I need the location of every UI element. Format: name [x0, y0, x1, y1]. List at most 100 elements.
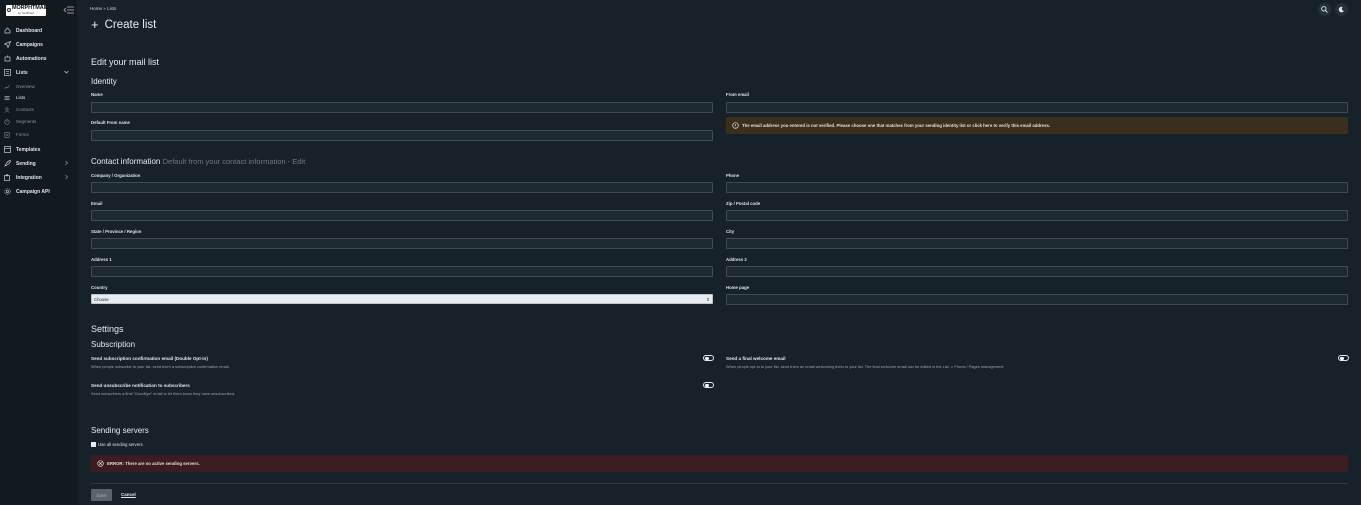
list-icon — [4, 95, 10, 100]
sidebar-subitem-overview[interactable]: Overview — [4, 81, 74, 92]
country-select[interactable]: Choose ⇕ — [91, 294, 713, 304]
address2-input[interactable] — [726, 266, 1348, 277]
double-optin-toggle[interactable] — [703, 355, 714, 361]
search-icon — [1321, 6, 1328, 13]
puzzle-icon — [4, 174, 10, 181]
email-input[interactable] — [91, 210, 713, 221]
homepage-input[interactable] — [726, 294, 1348, 305]
contact-info-heading: Contact information — [91, 157, 161, 166]
address1-input[interactable] — [91, 266, 713, 277]
logo-row: MORPHTMAIL by YourBrand — [6, 5, 76, 17]
send-icon — [4, 41, 11, 48]
breadcrumb-home[interactable]: Home — [90, 6, 102, 11]
use-all-servers-checkbox[interactable] — [91, 442, 96, 455]
default-from-name-label: Default From name — [91, 120, 130, 125]
double-optin-title: Send subscription confirmation email (Do… — [91, 356, 208, 361]
contact-info-subtitle[interactable]: Default from your contact information - … — [163, 157, 306, 166]
double-optin-desc: When people subscribe to your list, send… — [91, 364, 230, 369]
save-button[interactable]: Save — [91, 489, 112, 501]
chevron-right-icon — [65, 174, 68, 180]
sidebar-item-label: Dashboard — [16, 27, 43, 34]
city-label: City — [726, 229, 735, 234]
form-section-title: Edit your mail list — [91, 57, 160, 67]
sidebar-item-label: Campaigns — [16, 41, 43, 48]
use-all-servers-label: Use all sending servers — [98, 442, 143, 447]
welcome-email-toggle[interactable] — [1338, 355, 1349, 361]
identity-title: Identity — [91, 77, 117, 86]
city-input[interactable] — [726, 238, 1348, 249]
default-from-name-input[interactable] — [91, 130, 713, 141]
chevron-right-icon — [65, 160, 68, 166]
address1-label: Address 1 — [91, 257, 112, 262]
robot-icon — [4, 55, 11, 62]
chevron-down-icon — [64, 70, 69, 74]
phone-input[interactable] — [726, 182, 1348, 193]
logo-text: MORPHTMAIL — [12, 5, 49, 11]
sidebar-item-templates[interactable]: Templates — [4, 144, 74, 155]
sidebar-subitem-label: Overview — [16, 84, 35, 89]
breadcrumb-current[interactable]: Lists — [107, 6, 116, 11]
sidebar-subitem-forms[interactable]: Forms — [4, 129, 74, 140]
contact-info-title: Contact information Default from your co… — [91, 157, 305, 166]
zip-label: Zip / Postal code — [726, 201, 761, 206]
sidebar-item-lists[interactable]: Lists — [4, 67, 74, 78]
forms-icon — [4, 131, 10, 138]
subscription-title: Subscription — [91, 340, 136, 349]
phone-label: Phone — [726, 173, 740, 178]
sidebar-item-campaign-api[interactable]: Campaign API — [4, 186, 74, 197]
sidebar-subitem-label: Forms — [16, 132, 29, 137]
homepage-label: Home page — [726, 285, 750, 290]
logo-mark-icon — [7, 8, 11, 12]
sidebar-subitem-label: Lists — [16, 95, 26, 100]
sidebar-item-label: Integration — [16, 174, 42, 181]
sidebar-subitem-label: Contacts — [16, 107, 34, 112]
unsubscribe-notify-desc: Send subscribers a final "Goodbye" email… — [91, 391, 236, 396]
sidebar-item-integration[interactable]: Integration — [4, 172, 74, 183]
name-input[interactable] — [91, 102, 713, 113]
home-icon — [4, 27, 11, 34]
sidebar-item-label: Sending — [16, 160, 36, 167]
unsubscribe-notify-title: Send unsubscribe notification to subscri… — [91, 383, 190, 388]
template-icon — [4, 146, 11, 153]
welcome-email-title: Send a final welcome email — [726, 356, 786, 361]
company-input[interactable] — [91, 182, 713, 193]
breadcrumb: Home » Lists — [90, 6, 116, 11]
error-icon — [97, 460, 104, 467]
sidebar-item-campaigns[interactable]: Campaigns — [4, 39, 74, 50]
segments-icon — [4, 118, 10, 125]
select-arrows-icon: ⇕ — [706, 297, 710, 302]
country-select-value: Choose — [94, 296, 109, 302]
sidebar-item-dashboard[interactable]: Dashboard — [4, 25, 74, 36]
sidebar-subitem-contacts[interactable]: Contacts — [4, 104, 74, 115]
list-icon — [4, 69, 11, 76]
settings-title: Settings — [91, 324, 124, 334]
search-button[interactable] — [1318, 3, 1331, 16]
sidebar-collapse-icon[interactable] — [63, 5, 75, 15]
warning-text: The email address you entered is not ver… — [742, 123, 1051, 128]
sidebar-item-automations[interactable]: Automations — [4, 53, 74, 64]
theme-toggle-button[interactable] — [1335, 3, 1348, 16]
no-servers-error: ERROR: There are no active sending serve… — [91, 455, 1348, 472]
country-label: Country — [91, 285, 108, 290]
sidebar: MORPHTMAIL by YourBrand Dashboard Campai… — [0, 0, 77, 505]
divider — [91, 483, 1348, 484]
from-email-input[interactable] — [726, 102, 1348, 113]
error-text: ERROR: There are no active sending serve… — [107, 461, 200, 466]
unsubscribe-notify-toggle[interactable] — [703, 382, 714, 388]
state-label: State / Province / Region — [91, 229, 142, 234]
sidebar-subitem-label: Segments — [16, 119, 37, 124]
logo[interactable]: MORPHTMAIL by YourBrand — [6, 5, 49, 16]
sidebar-item-sending[interactable]: Sending — [4, 158, 74, 169]
state-input[interactable] — [91, 238, 713, 249]
from-email-label: From email — [726, 92, 749, 97]
sending-servers-title: Sending servers — [91, 426, 149, 435]
sidebar-subitem-segments[interactable]: Segments — [4, 116, 74, 127]
unverified-email-warning[interactable]: The email address you entered is not ver… — [726, 117, 1348, 134]
warning-icon — [732, 122, 739, 129]
sidebar-item-label: Lists — [16, 69, 28, 76]
cancel-link[interactable]: Cancel — [121, 492, 136, 497]
sidebar-subitem-lists[interactable]: Lists — [4, 92, 74, 103]
rocket-icon — [4, 160, 11, 167]
zip-input[interactable] — [726, 210, 1348, 221]
gear-icon — [4, 188, 11, 195]
